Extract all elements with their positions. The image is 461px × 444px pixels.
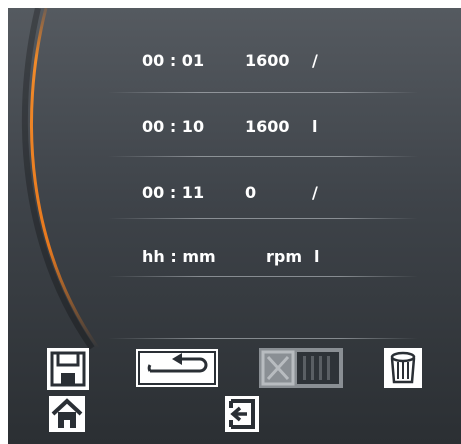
step-time: 00 : 01	[142, 50, 205, 70]
rpm-unit-label: rpm	[266, 246, 303, 266]
return-arrow-icon	[136, 349, 218, 387]
save-button[interactable]	[47, 348, 89, 390]
cancel-button[interactable]	[259, 348, 343, 388]
row-divider	[108, 218, 418, 219]
step-rpm: 0	[245, 182, 257, 202]
row-divider	[108, 92, 418, 93]
step-direction: l	[312, 116, 318, 136]
trash-icon	[384, 348, 422, 388]
step-rpm: 1600	[245, 116, 290, 136]
row-divider	[108, 156, 418, 157]
direction-unit-label: l	[314, 246, 320, 266]
step-direction: /	[312, 50, 318, 70]
step-rpm: 1600	[245, 50, 290, 70]
row-divider	[108, 338, 418, 339]
step-time: 00 : 10	[142, 116, 205, 136]
step-time: 00 : 11	[142, 182, 205, 202]
row-divider	[108, 276, 418, 277]
program-steps-list: 00 : 01 1600 / 00 : 10 1600 l 00 : 11 0 …	[8, 8, 461, 339]
save-icon	[47, 348, 89, 390]
delete-button[interactable]	[384, 348, 422, 388]
program-screen: 00 : 01 1600 / 00 : 10 1600 l 00 : 11 0 …	[8, 8, 461, 444]
exit-button[interactable]	[225, 396, 259, 432]
exit-icon	[225, 396, 259, 432]
time-unit-label: hh : mm	[142, 246, 216, 266]
home-icon	[49, 396, 85, 432]
home-button[interactable]	[49, 396, 85, 432]
step-direction: /	[312, 182, 318, 202]
back-button[interactable]	[136, 349, 218, 387]
cancel-disabled-icon	[259, 348, 343, 388]
